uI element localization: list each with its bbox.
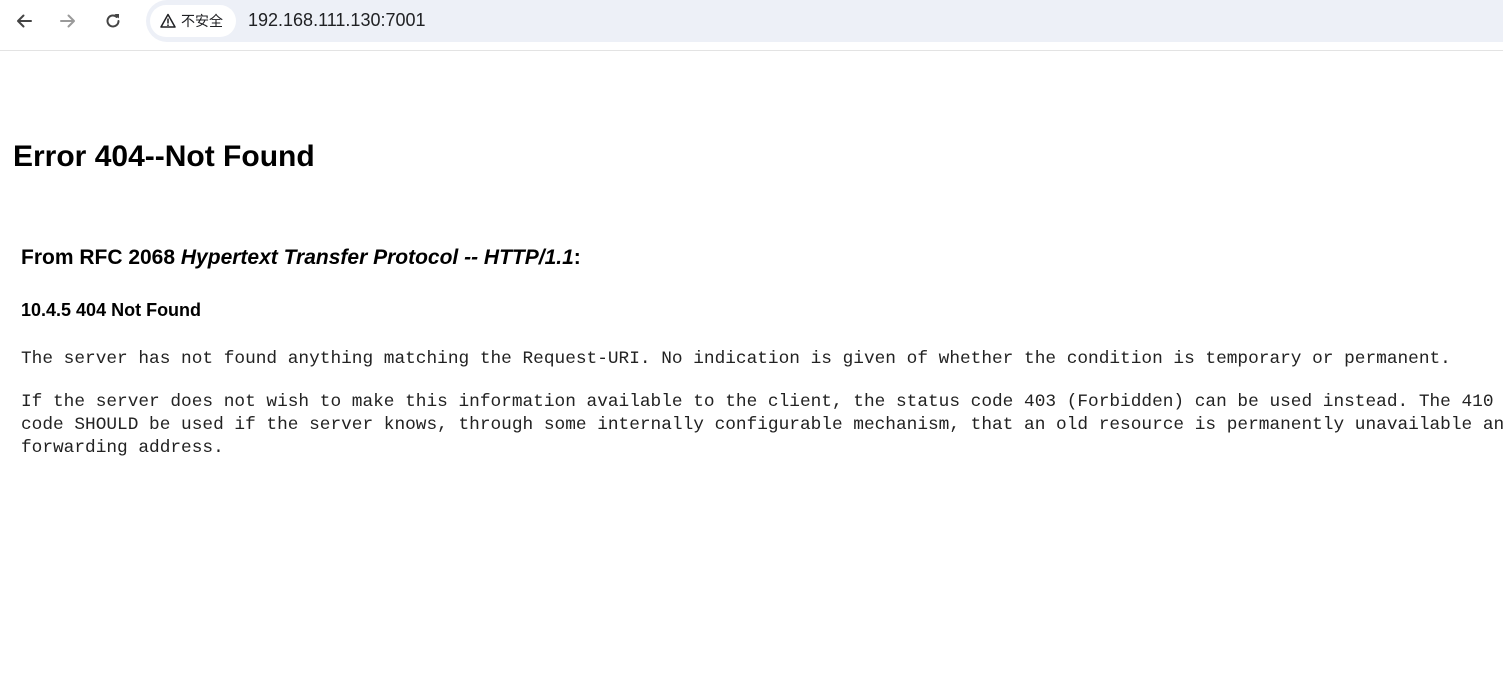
url-text[interactable]: 192.168.111.130:7001: [248, 10, 426, 31]
security-label: 不安全: [181, 14, 223, 30]
address-bar[interactable]: 不安全 192.168.111.130:7001: [146, 0, 1503, 42]
forward-button[interactable]: [52, 6, 84, 36]
rfc-prefix: From RFC 2068: [21, 246, 181, 269]
arrow-right-icon: [60, 14, 75, 28]
paragraph-2-line-2: code SHOULD be used if the server knows,…: [21, 415, 1503, 435]
rfc-suffix: :: [573, 246, 581, 269]
back-button[interactable]: [8, 6, 40, 36]
browser-toolbar: 不安全 192.168.111.130:7001: [0, 0, 1503, 43]
paragraph-2-line-1: If the server does not wish to make this…: [21, 392, 1503, 412]
security-chip[interactable]: 不安全: [150, 5, 236, 37]
paragraph-1: The server has not found anything matchi…: [21, 349, 1451, 369]
paragraph-2-line-3: forwarding address.: [21, 438, 224, 458]
page-title: Error 404--Not Found: [13, 140, 315, 173]
rfc-heading: From RFC 2068 Hypertext Transfer Protoco…: [21, 246, 581, 270]
reload-icon: [106, 14, 120, 28]
page-content: Error 404--Not Found From RFC 2068 Hyper…: [0, 51, 1503, 688]
warning-triangle-icon: [160, 13, 176, 29]
section-title: 10.4.5 404 Not Found: [21, 300, 202, 320]
arrow-left-icon: [17, 14, 32, 28]
reload-button[interactable]: [97, 6, 129, 36]
rfc-protocol-name: Hypertext Transfer Protocol -- HTTP/1.1: [180, 246, 574, 269]
paragraph-2: If the server does not wish to make this…: [21, 391, 1503, 460]
